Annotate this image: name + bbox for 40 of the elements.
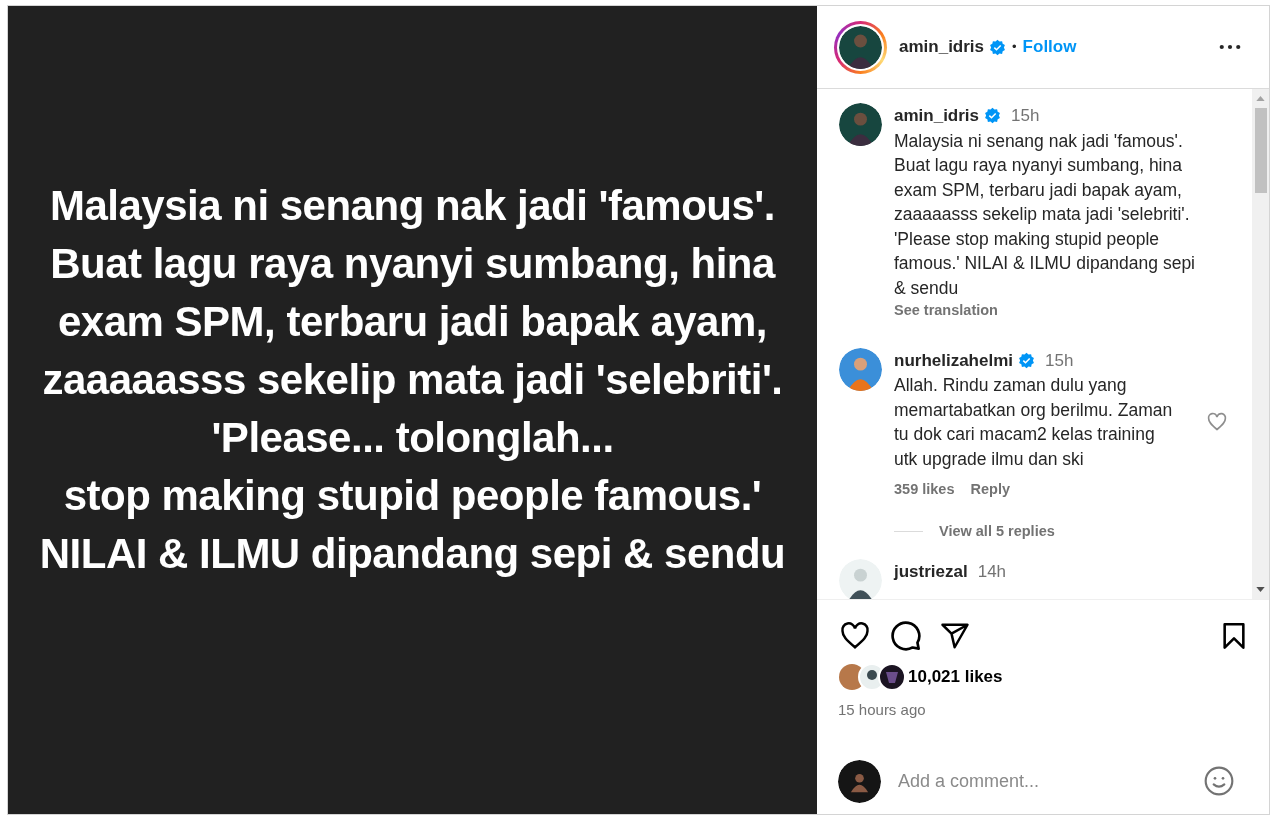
post-text-line: exam SPM, terbaru jadi bapak ayam, <box>58 297 767 347</box>
likes-count[interactable]: 10,021 likes <box>908 664 1003 690</box>
scroll-thumb[interactable] <box>1254 108 1267 193</box>
save-icon[interactable] <box>1220 621 1248 651</box>
avatar <box>839 25 882 69</box>
share-icon[interactable] <box>940 621 970 651</box>
scroll-down-icon[interactable] <box>1256 587 1265 592</box>
username[interactable]: nurhelizahelmi <box>894 347 1014 374</box>
liker-avatars <box>838 663 906 691</box>
comment-time[interactable]: 15h <box>1045 347 1074 374</box>
username[interactable]: justriezal <box>894 558 968 585</box>
reply-link[interactable]: Reply <box>970 479 1010 501</box>
post-text-line: 'Please... tolonglah... <box>211 413 614 463</box>
post-time[interactable]: 15 hours ago <box>838 699 1248 722</box>
avatar[interactable] <box>839 103 882 146</box>
caption-text: Malaysia ni senang nak jadi 'famous'. Buat lagu raya nyanyi sumbang, hina exam SPM, terbaru jadi bapak ayam, zaaaaasss sekelip mata jadi 'selebriti'. 'Please stop making stupid people famous.' NILAI & ILMU dipandang sepi & sendu <box>894 129 1196 300</box>
scrollbar[interactable] <box>1252 89 1269 599</box>
post-text-line: zaaaaasss sekelip mata jadi 'selebriti'. <box>42 355 783 405</box>
post-text-line: stop making stupid people famous.' <box>63 471 762 521</box>
post-text-line: Buat lagu raya nyanyi sumbang, hina <box>50 239 775 289</box>
username[interactable]: amin_idris <box>899 34 985 60</box>
post-text-line: NILAI & ILMU dipandang sepi & sendu <box>39 529 786 579</box>
emoji-icon[interactable] <box>1203 765 1235 797</box>
username[interactable]: amin_idris <box>894 103 980 129</box>
more-options-icon[interactable] <box>1219 44 1241 50</box>
comment-field[interactable]: Add a comment... <box>898 767 1203 795</box>
comment-icon[interactable] <box>890 620 922 652</box>
avatar <box>838 759 881 803</box>
comment-text: Allah. Rindu zaman dulu yang memartabatkan org berilmu. Zaman tu dok cari macam2 kelas training utk upgrade ilmu dan ski <box>894 374 1174 471</box>
comment-time[interactable]: 15h <box>1011 103 1040 129</box>
see-translation-link[interactable]: See translation <box>894 300 998 322</box>
avatar[interactable] <box>839 558 882 599</box>
avatar-ring[interactable] <box>834 20 887 74</box>
post-text-line: Malaysia ni senang nak jadi 'famous'. <box>49 181 776 231</box>
likes-count[interactable]: 359 likes <box>894 479 955 501</box>
comment-time[interactable]: 14h <box>977 558 1007 585</box>
view-replies-link[interactable]: View all 5 replies <box>939 521 1055 543</box>
separator: • <box>1012 38 1017 57</box>
follow-button[interactable]: Follow <box>1022 34 1077 60</box>
like-icon[interactable] <box>838 621 872 651</box>
